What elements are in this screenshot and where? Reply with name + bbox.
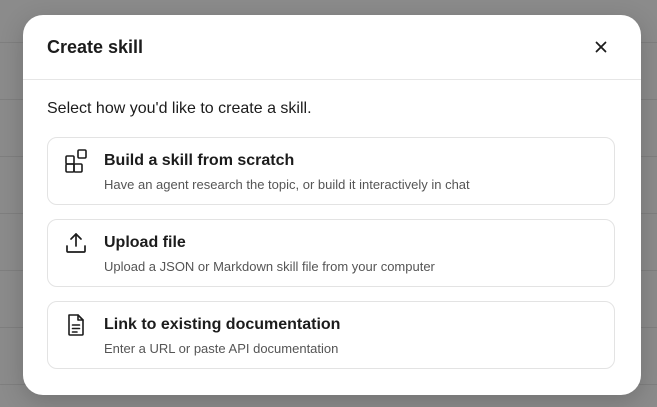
option-title: Build a skill from scratch bbox=[104, 152, 295, 169]
document-icon bbox=[68, 314, 84, 336]
upload-icon bbox=[66, 233, 86, 253]
close-button[interactable] bbox=[589, 35, 613, 59]
option-upload-file[interactable]: Upload file Upload a JSON or Markdown sk… bbox=[47, 219, 615, 287]
dialog-title: Create skill bbox=[47, 37, 144, 57]
option-description: Have an agent research the topic, or bui… bbox=[104, 177, 470, 192]
blocks-icon bbox=[65, 149, 87, 173]
create-skill-dialog: Create skill Select how you'd like to cr… bbox=[23, 15, 641, 395]
option-description: Enter a URL or paste API documentation bbox=[104, 341, 339, 356]
option-title: Link to existing documentation bbox=[104, 316, 341, 333]
option-link-documentation[interactable]: Link to existing documentation Enter a U… bbox=[47, 301, 615, 369]
option-description: Upload a JSON or Markdown skill file fro… bbox=[104, 259, 435, 274]
option-title: Upload file bbox=[104, 234, 186, 251]
dialog-header: Create skill bbox=[23, 15, 641, 80]
dialog-subtitle: Select how you'd like to create a skill. bbox=[47, 100, 312, 117]
close-icon bbox=[595, 41, 607, 53]
option-build-from-scratch[interactable]: Build a skill from scratch Have an agent… bbox=[47, 137, 615, 205]
